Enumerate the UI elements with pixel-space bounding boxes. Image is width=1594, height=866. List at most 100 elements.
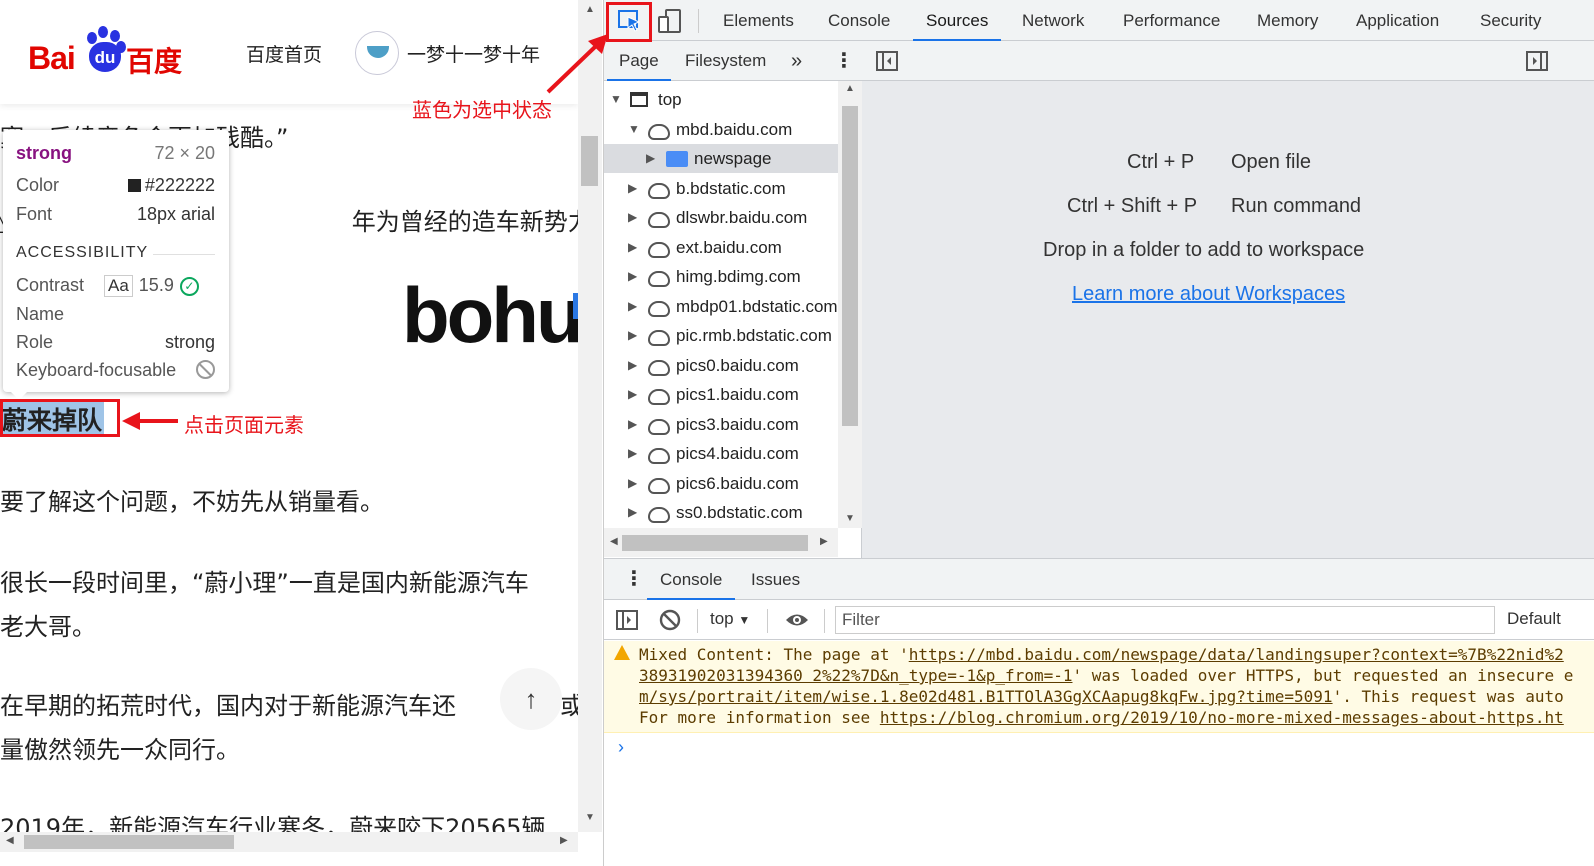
tab-security[interactable]: Security (1480, 0, 1541, 41)
tree-item[interactable]: ▶ newspage (604, 144, 838, 173)
learn-workspaces-link[interactable]: Learn more about Workspaces (1072, 283, 1345, 306)
drawer-tabs: ⋮ Console Issues (604, 559, 1594, 600)
triangle-right-icon[interactable]: ▶ (628, 233, 637, 262)
tree-item[interactable]: ▶ pics0.baidu.com (604, 351, 838, 380)
tree-item[interactable]: ▶ pics6.baidu.com (604, 469, 838, 498)
tree-item[interactable]: ▶ pics3.baidu.com (604, 410, 838, 439)
context-selector[interactable]: top ▼ (710, 609, 750, 629)
tree-item[interactable]: ▶ b.bdstatic.com (604, 174, 838, 203)
tree-item[interactable]: ▶ ss0.bdstatic.com (604, 498, 838, 527)
tree-item-label: pic.rmb.bdstatic.com (676, 326, 832, 345)
article-text: 很长一段时间里，“蔚小理”一直是国内新能源汽车 (0, 569, 529, 597)
tooltip-role-value: strong (164, 332, 215, 352)
warning-resource-link[interactable]: m/sys/portrait/item/wise.1.8e02d481.B1TT… (639, 687, 1333, 706)
toolbar-divider (698, 9, 699, 33)
drawer-menu-icon[interactable]: ⋮ (624, 559, 644, 600)
console-prompt[interactable]: › (618, 737, 624, 758)
triangle-right-icon[interactable]: ▶ (628, 203, 637, 232)
scroll-left-arrow-icon[interactable]: ◀ (610, 536, 618, 547)
tree-item[interactable]: ▼ mbd.baidu.com (604, 115, 838, 144)
triangle-down-icon[interactable]: ▼ (628, 115, 640, 144)
more-options-icon[interactable]: ⋮ (834, 41, 854, 81)
tooltip-keyboard-row: Keyboard-focusable (16, 360, 215, 384)
tab-network[interactable]: Network (1022, 0, 1084, 41)
tooltip-color-row: Color #222222 (16, 175, 215, 199)
folder-icon (666, 151, 688, 167)
console-filter-input[interactable] (835, 606, 1495, 634)
tree-item[interactable]: ▶ pics1.baidu.com (604, 380, 838, 409)
triangle-right-icon[interactable]: ▶ (628, 498, 637, 527)
tree-item[interactable]: ▼ top (604, 85, 838, 114)
triangle-right-icon[interactable]: ▶ (646, 144, 655, 173)
tree-item[interactable]: ▶ pics4.baidu.com (604, 439, 838, 468)
tab-elements[interactable]: Elements (723, 0, 794, 41)
triangle-right-icon[interactable]: ▶ (628, 292, 637, 321)
scroll-down-arrow-icon[interactable]: ▼ (585, 812, 595, 823)
triangle-right-icon[interactable]: ▶ (628, 174, 637, 203)
tooltip-section-title: ACCESSIBILITY (16, 244, 149, 261)
triangle-right-icon[interactable]: ▶ (628, 439, 637, 468)
live-expression-button[interactable] (785, 611, 809, 634)
scroll-up-arrow-icon[interactable]: ▲ (845, 83, 855, 94)
drawer-tab-issues[interactable]: Issues (751, 559, 800, 600)
tab-filesystem[interactable]: Filesystem (685, 41, 766, 81)
tree-horizontal-scrollbar[interactable]: ◀ ▶ (604, 528, 838, 557)
page-vertical-scrollbar[interactable]: ▲ ▼ (578, 0, 602, 832)
toggle-debugger-button[interactable] (1526, 51, 1548, 76)
chevron-double-right-icon[interactable]: » (791, 41, 802, 81)
tab-console[interactable]: Console (828, 0, 890, 41)
triangle-right-icon[interactable]: ▶ (628, 351, 637, 380)
device-toolbar-button[interactable] (656, 7, 684, 35)
clear-console-button[interactable] (659, 609, 681, 636)
show-sidebar-button[interactable] (616, 610, 638, 635)
scroll-down-arrow-icon[interactable]: ▼ (845, 513, 855, 524)
tree-item[interactable]: ▶ mbdp01.bdstatic.com (604, 292, 838, 321)
toggle-navigator-button[interactable] (876, 51, 898, 76)
page-horizontal-scrollbar[interactable]: ◀ ▶ (0, 832, 578, 852)
triangle-right-icon[interactable]: ▶ (628, 380, 637, 409)
nav-home-link[interactable]: 百度首页 (246, 40, 322, 67)
contrast-ratio: 15.9 (138, 275, 174, 295)
author-avatar[interactable] (355, 31, 399, 75)
triangle-right-icon[interactable]: ▶ (628, 469, 637, 498)
tab-page[interactable]: Page (607, 41, 671, 81)
sidebar-right-icon (1526, 51, 1548, 71)
tree-item[interactable]: ▶ ext.baidu.com (604, 233, 838, 262)
tree-item[interactable]: ▶ himg.bdimg.com (604, 262, 838, 291)
triangle-right-icon[interactable]: ▶ (628, 410, 637, 439)
tree-item[interactable]: ▶ dlswbr.baidu.com (604, 203, 838, 232)
warning-page-link[interactable]: https://mbd.baidu.com/newspage/data/land… (909, 645, 1564, 664)
tab-application[interactable]: Application (1356, 0, 1439, 41)
tree-hscroll-thumb[interactable] (622, 535, 808, 551)
console-drawer: ⋮ Console Issues top ▼ Default (604, 558, 1594, 866)
cloud-icon (648, 123, 670, 140)
scroll-left-arrow-icon[interactable]: ◀ (6, 835, 14, 846)
paw-toe (98, 26, 108, 38)
tab-memory[interactable]: Memory (1257, 0, 1318, 41)
triangle-right-icon[interactable]: ▶ (628, 321, 637, 350)
tab-performance[interactable]: Performance (1123, 0, 1220, 41)
page-hscroll-thumb[interactable] (24, 835, 234, 849)
warning-text: ' was loaded over HTTPS, but requested a… (1072, 666, 1574, 685)
back-to-top-button[interactable]: ↑ (500, 668, 562, 730)
baidu-logo[interactable]: Bai du 百度 (28, 26, 182, 78)
scroll-up-arrow-icon[interactable]: ▲ (585, 4, 595, 15)
scroll-right-arrow-icon[interactable]: ▶ (560, 835, 568, 846)
tree-item[interactable]: ▶ pic.rmb.bdstatic.com (604, 321, 838, 350)
tab-sources[interactable]: Sources (913, 0, 1002, 41)
cloud-icon (648, 448, 670, 464)
clear-icon (659, 609, 681, 631)
triangle-right-icon[interactable]: ▶ (628, 262, 637, 291)
tree-scroll-thumb[interactable] (842, 106, 858, 426)
warning-info-link[interactable]: https://blog.chromium.org/2019/10/no-mor… (880, 708, 1564, 727)
tree-vertical-scrollbar[interactable]: ▲ ▼ (838, 81, 862, 528)
cloud-icon (648, 300, 670, 317)
scroll-right-arrow-icon[interactable]: ▶ (820, 536, 828, 547)
page-scroll-thumb[interactable] (581, 136, 598, 186)
triangle-down-icon[interactable]: ▼ (610, 85, 622, 114)
tree-item-label: pics4.baidu.com (676, 444, 799, 463)
warning-page-link[interactable]: 38931902031394360 2%22%7D&n_type=-1&p_fr… (639, 666, 1072, 685)
drawer-tab-console[interactable]: Console (647, 559, 736, 600)
log-levels-dropdown[interactable]: Default (1507, 609, 1561, 629)
author-name[interactable]: 一梦十一梦十年 (407, 40, 540, 67)
